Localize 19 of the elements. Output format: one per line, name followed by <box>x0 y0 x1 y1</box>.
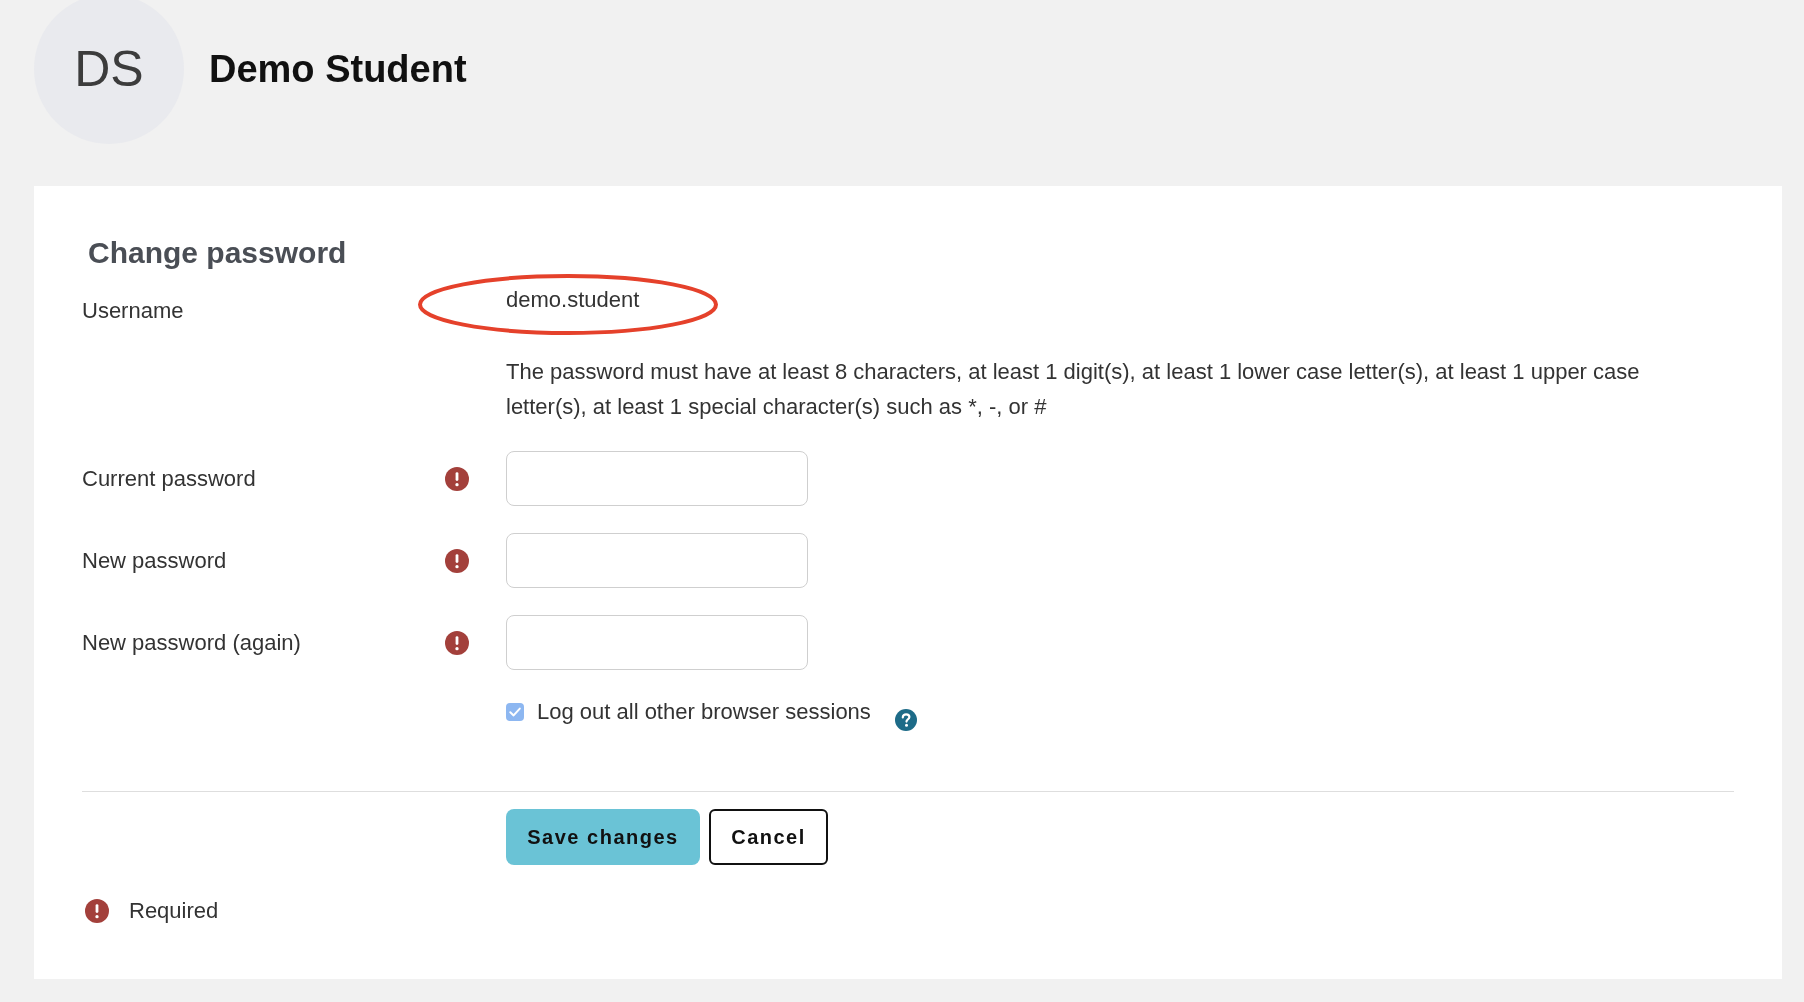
save-button[interactable]: Save changes <box>506 809 700 865</box>
field-label: Current password <box>82 464 257 493</box>
user-name: Demo Student <box>209 47 467 92</box>
field-label: New password (again) <box>82 628 302 657</box>
field-label: New password <box>82 546 228 575</box>
password-field[interactable] <box>506 615 808 670</box>
cancel-button[interactable]: Cancel <box>709 809 828 865</box>
required-legend: Required <box>129 896 219 926</box>
checkbox[interactable] <box>506 703 524 721</box>
avatar: DS <box>34 0 184 144</box>
password-rules: The password must have at least 8 characters, at least 1 digit(s), at least 1 lower case letter(s), at least 1 upper case letter(s), at least 1 special character(s) such as *, -, or # <box>506 358 1641 421</box>
exclamation-icon <box>85 899 109 923</box>
form-title: Change password <box>88 235 348 271</box>
username-value: demo.student <box>506 287 640 312</box>
help-icon[interactable] <box>894 709 917 731</box>
password-field[interactable] <box>506 533 808 588</box>
password-field[interactable] <box>506 451 808 506</box>
checkbox-label[interactable]: Log out all other browser sessions <box>537 697 871 727</box>
field-label: Username <box>82 297 185 325</box>
